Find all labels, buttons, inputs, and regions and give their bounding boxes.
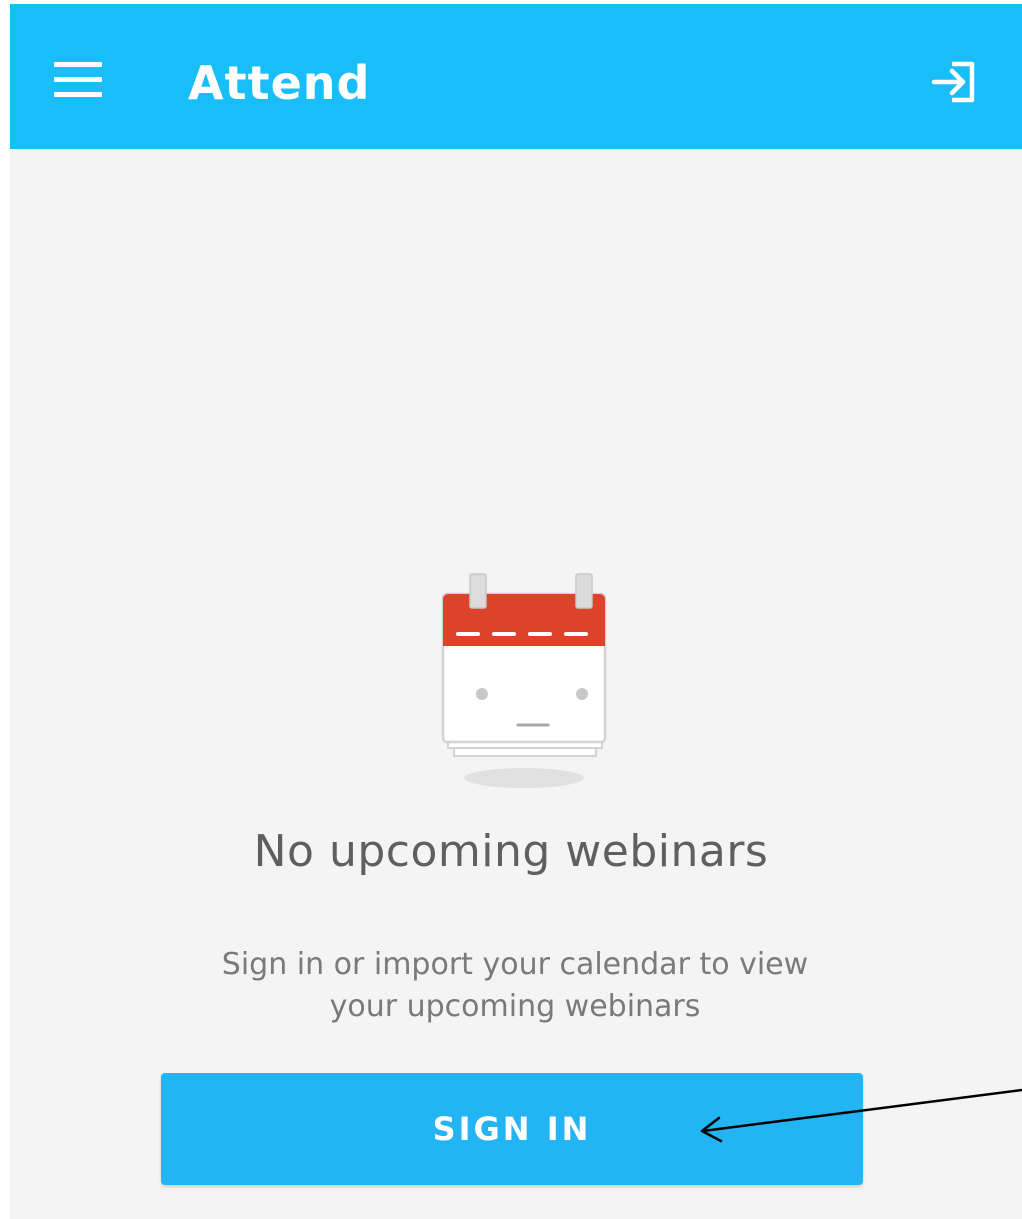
app-title: Attend xyxy=(188,56,371,110)
app-bar: Attend xyxy=(10,4,1022,149)
login-icon xyxy=(931,61,975,103)
login-button[interactable] xyxy=(928,56,980,108)
calendar-face-icon xyxy=(441,573,607,788)
sign-in-button[interactable]: SIGN IN xyxy=(161,1073,863,1185)
empty-state-title: No upcoming webinars xyxy=(253,826,769,877)
empty-state-message: Sign in or import your calendar to view … xyxy=(221,947,809,1024)
app-screen: Attend xyxy=(10,4,1022,1219)
menu-button[interactable] xyxy=(54,62,102,98)
